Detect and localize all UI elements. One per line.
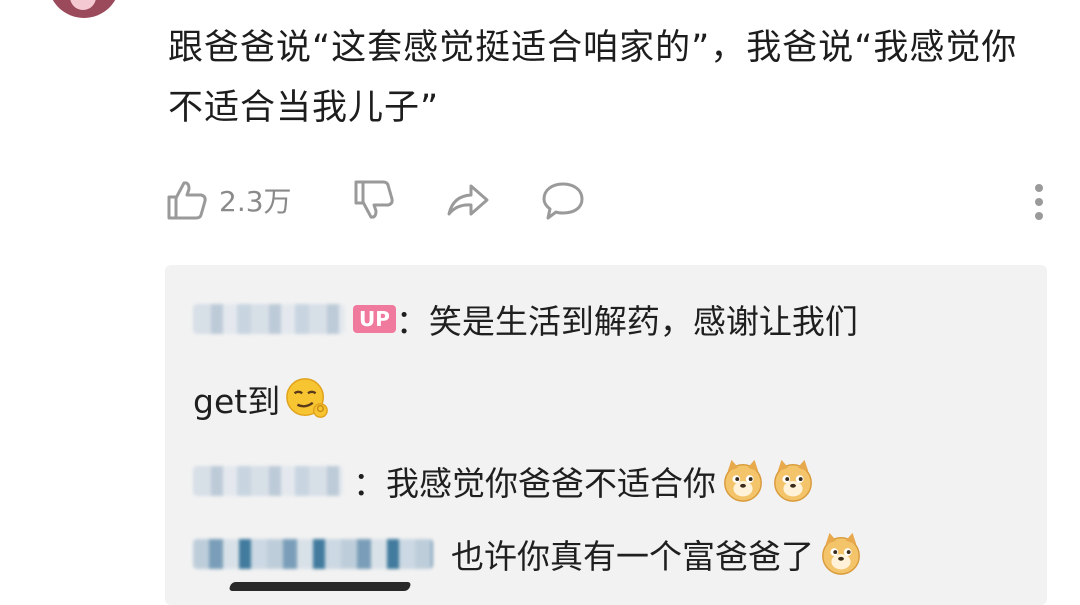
reply-item: UP ：笑是生活到解药，感谢让我们: [193, 295, 858, 343]
reply-text: ：笑是生活到解药，感谢让我们: [395, 302, 858, 341]
doge-emoji: [822, 532, 860, 575]
reply-item-continued: get到: [193, 375, 330, 423]
reply-button[interactable]: [540, 178, 586, 222]
reply-item: ：我感觉你爸爸不适合你: [193, 457, 816, 505]
reply-item: 也许你真有一个富爸爸了: [193, 530, 864, 578]
reply-text: 也许你真有一个富爸爸了: [451, 537, 814, 576]
share-button[interactable]: [445, 178, 491, 222]
share-icon: [447, 184, 489, 216]
doge-emoji: [774, 459, 812, 502]
like-count: 2.3万: [219, 185, 292, 218]
smirk-ok-emoji: [286, 378, 329, 418]
blurred-username[interactable]: [193, 304, 345, 334]
comment-actions: 2.3万: [165, 178, 1045, 230]
reply-text: get到: [193, 382, 281, 421]
blurred-username[interactable]: [193, 539, 433, 569]
doge-emoji: [724, 459, 762, 502]
like-button[interactable]: 2.3万: [165, 178, 292, 222]
thumbs-down-icon: [354, 180, 394, 219]
comment-bubble-icon: [542, 182, 584, 220]
thumbs-up-icon: [167, 181, 207, 220]
cropped-image-edge: [228, 582, 412, 591]
dislike-button[interactable]: [352, 178, 396, 222]
reply-section: UP ：笑是生活到解药，感谢让我们 get到 ：我感觉你爸爸不适合你 也许你真有…: [165, 265, 1047, 605]
more-options-icon[interactable]: [1035, 184, 1045, 224]
reply-text: ：我感觉你爸爸不适合你: [353, 464, 716, 503]
avatar[interactable]: [48, 0, 120, 18]
blurred-username[interactable]: [193, 466, 343, 496]
up-badge: UP: [353, 305, 396, 333]
comment-text: 跟爸爸说“这套感觉挺适合咱家的”，我爸说“我感觉你不适合当我儿子”: [168, 28, 1018, 128]
